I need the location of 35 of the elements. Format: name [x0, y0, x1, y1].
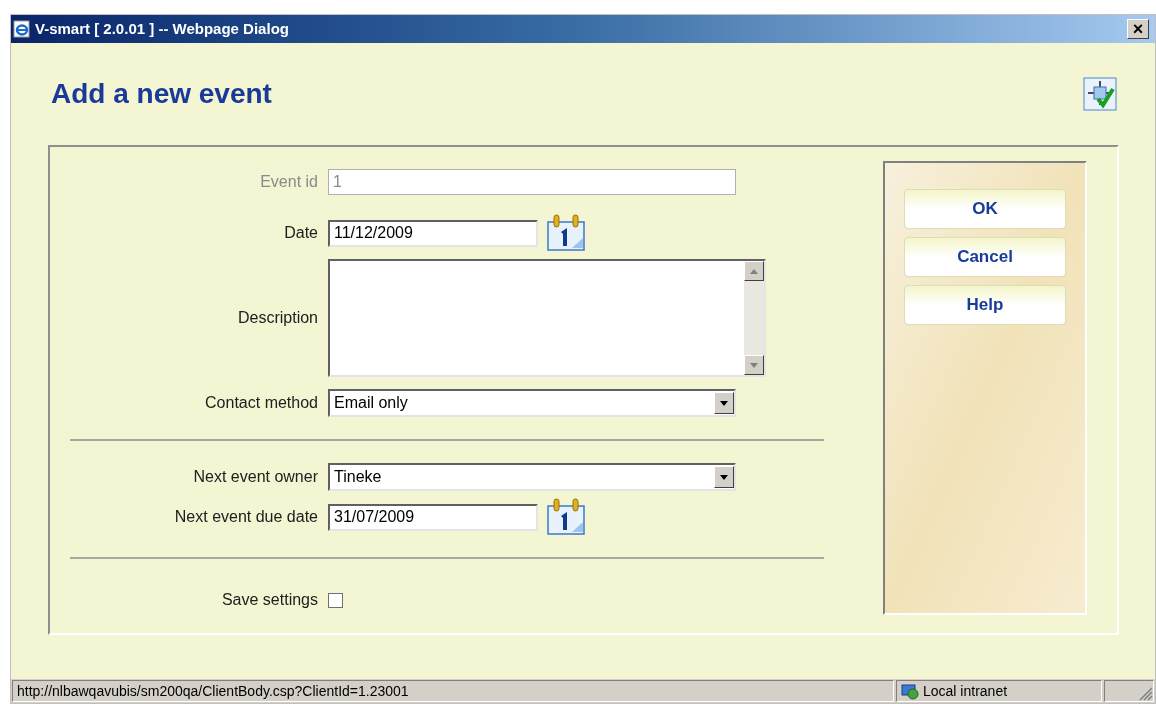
- zone-label: Local intranet: [923, 681, 1008, 701]
- page-heading: Add a new event: [51, 77, 272, 111]
- caret-icon: [720, 400, 728, 406]
- text-area[interactable]: [328, 259, 766, 377]
- scroll-up-button[interactable]: [744, 261, 764, 281]
- date-field[interactable]: 11/12/2009: [328, 219, 538, 247]
- action-button[interactable]: OK: [904, 189, 1066, 229]
- action-button[interactable]: Cancel: [904, 237, 1066, 277]
- field-label: Event id: [259, 172, 319, 192]
- dropdown[interactable]: Tineke: [328, 463, 736, 491]
- field-label: Next event due date: [173, 507, 319, 527]
- scrollbar[interactable]: [744, 261, 764, 375]
- status-url: http://nlbawqavubis/sm200qa/ClientBody.csp?ClientId=1.23001: [12, 680, 894, 702]
- close-button[interactable]: ×: [1127, 19, 1149, 39]
- dropdown-button[interactable]: [714, 392, 734, 414]
- calendar-icon[interactable]: [546, 498, 586, 536]
- window-title: V-smart [ 2.0.01 ] -- Webpage Dialog: [35, 18, 289, 39]
- caret-icon: [720, 474, 728, 480]
- field-label: Save settings: [220, 590, 319, 610]
- dropdown[interactable]: Email only: [328, 389, 736, 417]
- field-label: Description: [236, 308, 319, 328]
- dropdown-button[interactable]: [714, 466, 734, 488]
- field-label: Contact method: [204, 393, 319, 413]
- calendar-icon[interactable]: [546, 214, 586, 252]
- checkbox[interactable]: [328, 592, 343, 608]
- up-arrow-icon: [750, 268, 758, 274]
- date-field[interactable]: 31/07/2009: [328, 503, 538, 531]
- layout-check-icon[interactable]: [1083, 77, 1117, 111]
- field-label: Date: [283, 223, 319, 243]
- action-button[interactable]: Help: [904, 285, 1066, 325]
- resize-grip-icon[interactable]: [1139, 687, 1153, 701]
- down-arrow-icon: [750, 362, 758, 368]
- field-label: Next event owner: [192, 467, 319, 487]
- scroll-down-button[interactable]: [744, 355, 764, 375]
- browser-icon: [13, 20, 31, 38]
